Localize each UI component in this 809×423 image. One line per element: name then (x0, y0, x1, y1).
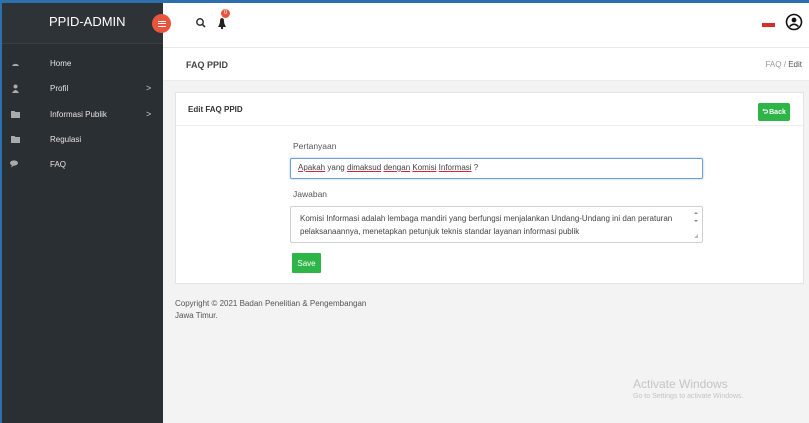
search-icon[interactable] (194, 16, 208, 30)
watermark-subtitle: Go to Settings to activate Windows. (633, 393, 744, 400)
user-icon (10, 84, 20, 93)
footer-copyright: Copyright © 2021 Badan Penelitian & Peng… (175, 299, 367, 320)
sidebar-item-label: FAQ (50, 160, 67, 169)
sidebar-item-profil[interactable]: Profil > (2, 80, 163, 98)
answer-textarea[interactable]: Komisi Informasi adalah lembaga mandiri … (290, 206, 703, 243)
sidebar-item-faq[interactable]: FAQ (2, 156, 163, 174)
sidebar-item-label: Informasi Publik (50, 110, 107, 119)
menu-toggle-button[interactable] (152, 14, 171, 33)
watermark-title: Activate Windows (633, 377, 728, 391)
language-flag-icon[interactable] (762, 23, 775, 27)
card-header: Edit FAQ PPID Back (176, 93, 803, 126)
sidebar-item-label: Home (50, 59, 72, 68)
card-title: Edit FAQ PPID (188, 105, 243, 114)
sidebar-item-label: Profil (50, 84, 69, 93)
question-input[interactable]: Apakah yang dimaksud dengan Komisi Infor… (290, 158, 703, 179)
save-button[interactable]: Save (292, 253, 321, 273)
dashboard-icon (10, 59, 20, 68)
breadcrumb-link-faq[interactable]: FAQ (765, 60, 781, 69)
top-header: 0 (163, 3, 809, 48)
back-button-label: Back (769, 108, 786, 116)
user-account-icon[interactable] (785, 13, 803, 31)
sidebar-item-regulasi[interactable]: Regulasi (2, 131, 163, 149)
chevron-right-icon: > (146, 83, 152, 93)
breadcrumb-separator: / (783, 60, 786, 69)
sidebar-item-informasi-publik[interactable]: Informasi Publik > (2, 106, 163, 124)
notification-badge: 0 (221, 9, 230, 18)
windows-activation-watermark: Activate Windows Go to Settings to activ… (633, 377, 744, 400)
sidebar: PPID-ADMIN Home Profil > Informasi Publi… (2, 3, 163, 423)
undo-icon (762, 108, 769, 116)
sidebar-item-label: Regulasi (50, 135, 82, 144)
folder-icon (10, 110, 20, 119)
folder-icon (10, 135, 20, 144)
chevron-right-icon: > (146, 109, 152, 119)
brand-bar: PPID-ADMIN (2, 3, 163, 44)
textarea-scrollbar[interactable] (692, 210, 700, 240)
comments-icon (10, 160, 20, 169)
page-header: FAQ PPID FAQ / Edit (163, 48, 809, 81)
main-content: Edit FAQ PPID Back Pertanyaan Apakah yan… (163, 81, 809, 423)
app-window: PPID-ADMIN Home Profil > Informasi Publi… (0, 0, 809, 423)
answer-label: Jawaban (293, 189, 328, 199)
brand-title: PPID-ADMIN (49, 14, 126, 29)
edit-faq-card: Edit FAQ PPID Back Pertanyaan Apakah yan… (175, 92, 804, 284)
breadcrumb-current: Edit (788, 60, 802, 69)
sidebar-item-home[interactable]: Home (2, 55, 163, 73)
back-button[interactable]: Back (758, 103, 790, 121)
question-label: Pertanyaan (293, 141, 337, 151)
question-text: Apakah yang dimaksud dengan Komisi Infor… (298, 163, 479, 172)
answer-text: Komisi Informasi adalah lembaga mandiri … (300, 214, 673, 236)
page-title: FAQ PPID (186, 60, 229, 70)
breadcrumb: FAQ / Edit (765, 60, 802, 69)
menu-icon (157, 20, 166, 27)
